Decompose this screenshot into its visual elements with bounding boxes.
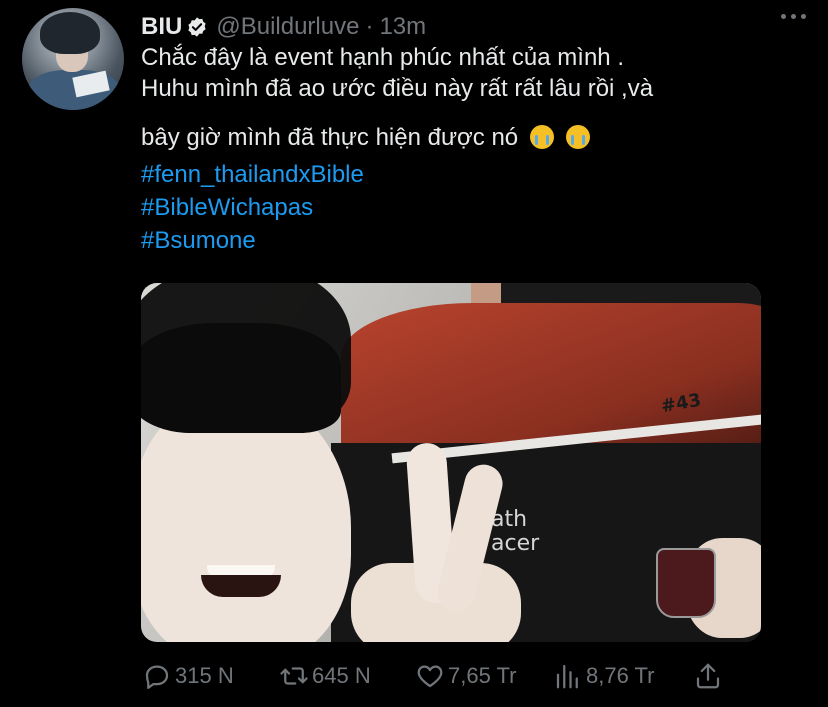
tweet-text-line-1: Chắc đây là event hạnh phúc nhất của mìn… xyxy=(141,44,624,71)
reply-button[interactable]: 315 N xyxy=(142,660,234,692)
hashtag-link[interactable]: #BibleWichapas xyxy=(141,191,364,224)
separator-dot: · xyxy=(365,13,374,40)
share-button[interactable] xyxy=(693,660,723,692)
retweet-count: 645 N xyxy=(312,663,371,688)
crying-face-emoji-icon xyxy=(565,125,590,149)
tweet-header: BIU @Buildurluve · 13m xyxy=(141,12,426,42)
views-button[interactable]: 8,76 Tr xyxy=(553,660,654,692)
like-count: 7,65 Tr xyxy=(448,663,517,688)
hashtag-link[interactable]: #fenn_thailandxBible xyxy=(141,158,364,191)
tweet-photo[interactable]: #43 ath acer xyxy=(141,283,761,642)
views-chart-icon xyxy=(556,664,578,689)
tweet-text-line-3-wrapper: bây giờ mình đã thực hiện được nó xyxy=(141,122,801,153)
like-button[interactable]: 7,65 Tr xyxy=(415,660,516,692)
crying-face-emoji-icon xyxy=(529,125,554,149)
tweet-text-line-3: bây giờ mình đã thực hiện được nó xyxy=(141,124,519,151)
view-count: 8,76 Tr xyxy=(586,663,655,688)
tweet-timestamp[interactable]: 13m xyxy=(379,13,426,41)
tweet-action-bar: 315 N 645 N 7,65 Tr 8,76 Tr xyxy=(141,660,731,692)
retweet-icon xyxy=(280,667,308,685)
author-name[interactable]: BIU xyxy=(141,13,182,41)
tweet-text: Chắc đây là event hạnh phúc nhất của mìn… xyxy=(141,42,801,153)
reply-icon xyxy=(145,665,169,689)
verified-badge-icon xyxy=(188,17,206,37)
author-avatar[interactable] xyxy=(22,8,124,110)
author-handle[interactable]: @Buildurluve xyxy=(216,13,359,41)
heart-icon xyxy=(417,665,443,688)
hashtag-list: #fenn_thailandxBible #BibleWichapas #Bsu… xyxy=(141,158,364,257)
share-icon xyxy=(696,663,720,689)
more-options-icon[interactable] xyxy=(781,14,806,19)
tweet-text-line-2: Huhu mình đã ao ước điều này rất rất lâu… xyxy=(141,75,654,102)
hashtag-link[interactable]: #Bsumone xyxy=(141,224,364,257)
reply-count: 315 N xyxy=(175,663,234,688)
retweet-button[interactable]: 645 N xyxy=(279,660,371,692)
photo-jacket-print: ath acer xyxy=(491,507,540,556)
